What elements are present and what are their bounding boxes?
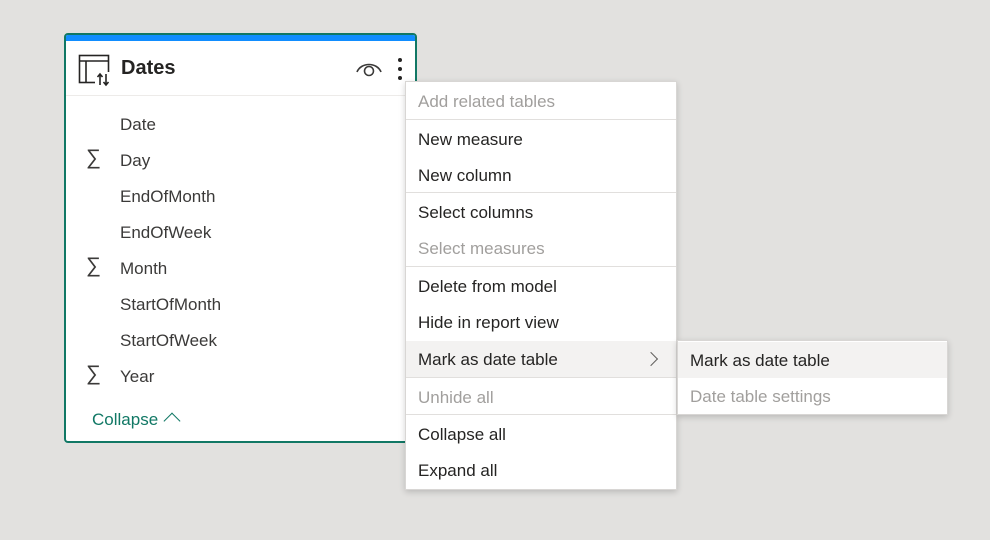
sigma-icon: ∑ bbox=[86, 254, 101, 277]
table-card-dates[interactable]: Dates Date ∑ Day EndOfMonth EndOfWeek ∑ … bbox=[64, 33, 417, 443]
submenu-item-date-table-settings[interactable]: Date table settings bbox=[678, 378, 947, 414]
menu-divider bbox=[406, 377, 676, 378]
sigma-icon: ∑ bbox=[86, 362, 101, 385]
menu-item-label: Delete from model bbox=[418, 277, 557, 296]
menu-item-new-measure[interactable]: New measure bbox=[406, 121, 676, 157]
menu-divider bbox=[406, 414, 676, 415]
field-endofweek[interactable]: EndOfWeek bbox=[66, 215, 415, 251]
menu-item-add-related-tables[interactable]: Add related tables bbox=[406, 83, 676, 119]
menu-item-expand-all[interactable]: Expand all bbox=[406, 452, 676, 488]
field-date[interactable]: Date bbox=[66, 107, 415, 143]
field-label: StartOfWeek bbox=[120, 331, 217, 350]
submenu-item-mark-as-date-table[interactable]: Mark as date table bbox=[678, 342, 947, 378]
menu-item-label: New measure bbox=[418, 130, 523, 149]
field-label: EndOfWeek bbox=[120, 223, 212, 242]
chevron-right-icon bbox=[643, 351, 659, 367]
field-label: Date bbox=[120, 115, 156, 134]
table-icon bbox=[78, 54, 111, 87]
more-options-icon[interactable] bbox=[388, 55, 412, 83]
field-label: StartOfMonth bbox=[120, 295, 222, 314]
menu-divider bbox=[406, 119, 676, 120]
menu-item-unhide-all[interactable]: Unhide all bbox=[406, 379, 676, 415]
field-label: Year bbox=[120, 367, 155, 386]
collapse-label: Collapse bbox=[92, 410, 159, 429]
menu-item-label: Mark as date table bbox=[418, 350, 558, 369]
menu-item-label: Unhide all bbox=[418, 388, 494, 407]
field-label: EndOfMonth bbox=[120, 187, 216, 206]
menu-item-hide-in-report-view[interactable]: Hide in report view bbox=[406, 304, 676, 340]
field-day[interactable]: ∑ Day bbox=[66, 143, 415, 179]
menu-item-collapse-all[interactable]: Collapse all bbox=[406, 416, 676, 452]
menu-divider bbox=[406, 192, 676, 193]
menu-item-label: Collapse all bbox=[418, 425, 506, 444]
menu-item-label: Add related tables bbox=[418, 92, 556, 111]
collapse-button[interactable]: Collapse bbox=[92, 410, 181, 430]
field-month[interactable]: ∑ Month bbox=[66, 251, 415, 287]
menu-item-select-columns[interactable]: Select columns bbox=[406, 194, 676, 230]
menu-item-mark-as-date-table[interactable]: Mark as date table bbox=[406, 341, 676, 377]
menu-item-label: Select measures bbox=[418, 239, 545, 258]
submenu-item-label: Date table settings bbox=[690, 387, 831, 406]
menu-item-label: Select columns bbox=[418, 203, 534, 222]
sigma-icon: ∑ bbox=[86, 146, 101, 169]
field-endofmonth[interactable]: EndOfMonth bbox=[66, 179, 415, 215]
field-label: Month bbox=[120, 259, 168, 278]
submenu-mark-as-date-table: Mark as date table Date table settings bbox=[677, 340, 948, 415]
field-year[interactable]: ∑ Year bbox=[66, 359, 415, 395]
field-label: Day bbox=[120, 151, 151, 170]
menu-item-label: New column bbox=[418, 166, 512, 185]
card-header: Dates bbox=[66, 41, 415, 96]
eye-icon[interactable] bbox=[355, 58, 383, 80]
chevron-up-icon bbox=[163, 412, 181, 430]
menu-item-label: Hide in report view bbox=[418, 313, 559, 332]
field-startofmonth[interactable]: StartOfMonth bbox=[66, 287, 415, 323]
field-startofweek[interactable]: StartOfWeek bbox=[66, 323, 415, 359]
menu-item-label: Expand all bbox=[418, 461, 498, 480]
menu-item-delete-from-model[interactable]: Delete from model bbox=[406, 268, 676, 304]
menu-divider bbox=[406, 266, 676, 267]
field-list: Date ∑ Day EndOfMonth EndOfWeek ∑ Month … bbox=[66, 107, 415, 395]
menu-item-select-measures[interactable]: Select measures bbox=[406, 230, 676, 266]
table-title: Dates bbox=[121, 57, 176, 79]
menu-item-new-column[interactable]: New column bbox=[406, 157, 676, 193]
context-menu: Add related tables New measure New colum… bbox=[405, 81, 677, 490]
submenu-item-label: Mark as date table bbox=[690, 351, 830, 370]
